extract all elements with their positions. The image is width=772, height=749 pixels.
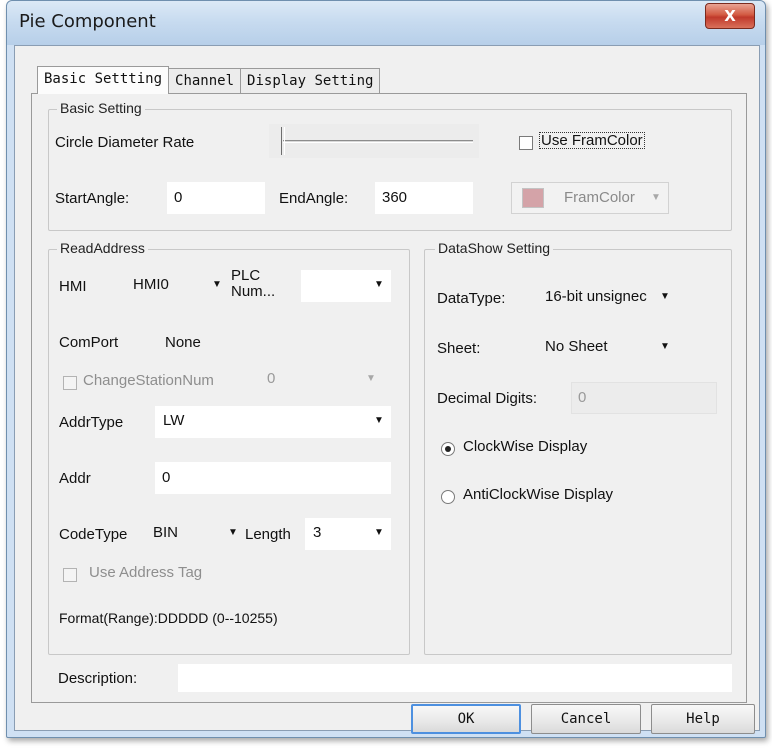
basic-setting-group-title: Basic Setting — [57, 100, 145, 116]
code-type-label: CodeType — [59, 526, 128, 543]
description-input[interactable] — [178, 664, 732, 692]
datashow-setting-group-title: DataShow Setting — [435, 240, 554, 256]
window-title: Pie Component — [19, 11, 156, 32]
clockwise-label: ClockWise Display — [463, 438, 588, 455]
dropdown-arrow-icon: ▼ — [374, 527, 384, 538]
circle-diameter-slider[interactable] — [269, 124, 479, 158]
slider-thumb[interactable] — [281, 127, 285, 155]
end-angle-label: EndAngle: — [279, 190, 349, 207]
anticlockwise-label: AntiClockWise Display — [463, 486, 614, 503]
addr-type-select[interactable]: LW ▼ — [155, 406, 391, 438]
end-angle-input[interactable]: 360 — [375, 182, 473, 214]
circle-diameter-label: Circle Diameter Rate — [55, 134, 195, 151]
title-bar[interactable]: Pie Component X — [7, 1, 765, 45]
datashow-setting-group: DataShow Setting DataType: 16-bit unsign… — [424, 240, 732, 655]
anticlockwise-radio[interactable] — [441, 490, 455, 504]
fram-color-label: FramColor — [564, 189, 635, 206]
comport-label: ComPort — [59, 334, 119, 351]
code-type-value: BIN — [153, 524, 179, 541]
dropdown-arrow-icon: ▼ — [228, 527, 238, 538]
data-type-select[interactable]: 16-bit unsignec ▼ — [537, 282, 677, 314]
change-station-checkbox[interactable] — [63, 376, 77, 390]
fram-color-picker[interactable]: FramColor ▼ — [511, 182, 669, 214]
cancel-button[interactable]: Cancel — [531, 704, 641, 734]
dialog-client-area: Basic Settting Channel Display Setting B… — [14, 45, 760, 734]
dropdown-arrow-icon: ▼ — [374, 415, 384, 426]
addr-label: Addr — [59, 470, 91, 487]
slider-track — [283, 140, 473, 143]
use-address-tag-checkbox[interactable] — [63, 568, 77, 582]
change-station-select[interactable]: 0 ▼ — [259, 364, 383, 396]
plc-num-label: PLC Num... — [231, 267, 276, 300]
fram-color-swatch — [522, 188, 544, 208]
close-button[interactable]: X — [705, 3, 755, 29]
dropdown-arrow-icon: ▼ — [212, 279, 222, 290]
tab-strip: Basic Settting Channel Display Setting — [37, 66, 381, 94]
tab-basic-setting[interactable]: Basic Settting — [37, 66, 170, 94]
sheet-select[interactable]: No Sheet ▼ — [537, 332, 677, 364]
tab-channel[interactable]: Channel — [168, 68, 242, 94]
dropdown-arrow-icon: ▼ — [374, 279, 384, 290]
plc-num-select[interactable]: ▼ — [301, 270, 391, 302]
dropdown-arrow-icon: ▼ — [660, 341, 670, 352]
decimal-digits-input[interactable]: 0 — [571, 382, 717, 414]
length-select[interactable]: 3 ▼ — [305, 518, 391, 550]
change-station-label: ChangeStationNum — [83, 372, 214, 389]
clockwise-radio[interactable] — [441, 442, 455, 456]
use-fram-color-label[interactable]: Use FramColor — [539, 132, 645, 149]
dropdown-arrow-icon: ▼ — [660, 291, 670, 302]
close-icon: X — [724, 7, 736, 25]
read-address-group-title: ReadAddress — [57, 240, 148, 256]
dropdown-arrow-icon: ▼ — [651, 192, 661, 203]
help-button[interactable]: Help — [651, 704, 755, 734]
addr-type-label: AddrType — [59, 414, 124, 431]
basic-setting-group: Basic Setting Circle Diameter Rate Use F… — [48, 100, 732, 231]
hmi-label: HMI — [59, 278, 87, 295]
pie-component-dialog: Pie Component X Basic Settting Channel D… — [6, 0, 766, 738]
decimal-digits-label: Decimal Digits: — [437, 390, 538, 407]
ok-button[interactable]: OK — [411, 704, 521, 734]
description-label: Description: — [58, 670, 138, 687]
hmi-select[interactable]: HMI0 ▼ — [125, 270, 229, 302]
addr-input[interactable]: 0 — [155, 462, 391, 494]
addr-type-value: LW — [163, 412, 185, 429]
sheet-value: No Sheet — [545, 338, 608, 355]
format-range-text: Format(Range):DDDDD (0--10255) — [59, 610, 278, 626]
start-angle-label: StartAngle: — [55, 190, 130, 207]
hmi-select-value: HMI0 — [133, 276, 169, 293]
data-type-value: 16-bit unsignec — [545, 288, 647, 305]
start-angle-input[interactable]: 0 — [167, 182, 265, 214]
code-type-select[interactable]: BIN ▼ — [145, 518, 245, 550]
data-type-label: DataType: — [437, 290, 506, 307]
length-label: Length — [245, 526, 291, 543]
length-value: 3 — [313, 524, 322, 541]
change-station-value: 0 — [267, 370, 276, 387]
comport-value: None — [165, 334, 201, 351]
dropdown-arrow-icon: ▼ — [366, 373, 376, 384]
read-address-group: ReadAddress HMI HMI0 ▼ PLC Num... ▼ ComPo… — [48, 240, 410, 655]
use-fram-color-checkbox[interactable] — [519, 136, 533, 150]
tab-display-setting[interactable]: Display Setting — [240, 68, 381, 94]
sheet-label: Sheet: — [437, 340, 481, 357]
tab-page-basic-setting: Basic Setting Circle Diameter Rate Use F… — [31, 93, 747, 703]
use-address-tag-label: Use Address Tag — [89, 564, 203, 581]
